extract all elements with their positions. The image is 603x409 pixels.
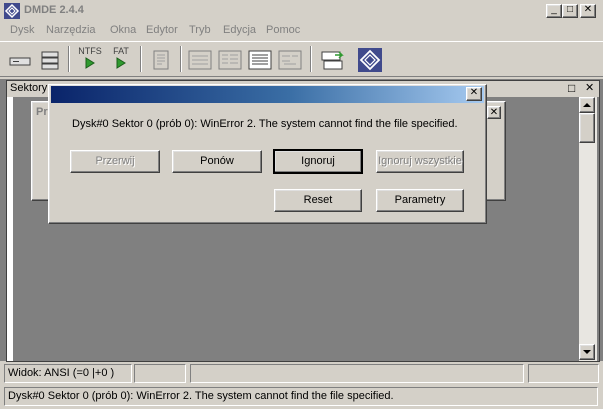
scroll-thumb[interactable] <box>579 113 595 143</box>
toolbar-separator <box>140 46 142 72</box>
app-logo-icon <box>4 3 20 19</box>
window-title: DMDE 2.4.4 <box>24 4 84 16</box>
sektory-content <box>7 97 13 361</box>
view-text-icon <box>188 50 212 70</box>
menu-tryb[interactable]: Tryb <box>189 24 211 36</box>
ignore-button-label: Ignoruj <box>301 155 335 167</box>
arrow-down-icon <box>583 350 591 354</box>
view-hex-button[interactable] <box>216 46 244 74</box>
menu-okna[interactable]: Okna <box>110 24 136 36</box>
dialog-close-button[interactable]: ✕ <box>466 87 482 101</box>
title-bar: DMDE 2.4.4 _ □ ✕ <box>0 0 603 22</box>
dmde-logo-icon <box>358 48 382 72</box>
close-button[interactable]: ✕ <box>580 4 596 18</box>
toolbar: NTFS FAT <box>0 41 603 77</box>
ntfs-label: NTFS <box>78 46 102 56</box>
child-title: Pr <box>36 106 48 118</box>
ignore-button[interactable]: Ignoruj <box>273 149 363 174</box>
abort-button[interactable]: Przerwij <box>70 150 160 173</box>
dialog-title-bar <box>51 86 484 103</box>
fat-play-icon <box>116 57 126 69</box>
vertical-scrollbar[interactable] <box>579 97 597 361</box>
view-mode-status: Widok: ANSI (=0 |+0 ) <box>4 364 132 383</box>
status-pane-4 <box>528 364 599 383</box>
reset-button[interactable]: Reset <box>274 189 362 212</box>
view-hex-icon <box>218 50 242 70</box>
partitions-button[interactable] <box>36 46 64 74</box>
arrow-up-icon <box>583 103 591 107</box>
editor-button[interactable] <box>148 46 176 74</box>
copy-sectors-icon <box>321 51 344 70</box>
ignore-all-button[interactable]: Ignoruj wszystkie <box>376 150 464 173</box>
view-dir-icon <box>278 50 302 70</box>
child-close-button[interactable]: ✕ <box>487 106 501 119</box>
sektory-title: Sektory <box>10 82 48 94</box>
dialog-message: Dysk#0 Sektor 0 (prób 0): WinError 2. Th… <box>72 118 458 130</box>
view-table-button[interactable] <box>246 46 274 74</box>
params-button[interactable]: Parametry <box>376 189 464 212</box>
status-bar-bottom: Dysk#0 Sektor 0 (prób 0): WinError 2. Th… <box>0 385 603 409</box>
status-pane-3 <box>190 364 524 383</box>
maximize-button[interactable]: □ <box>562 4 578 18</box>
ntfs-button[interactable]: NTFS <box>76 46 104 74</box>
fat-button[interactable]: FAT <box>107 46 135 74</box>
status-bar-top: Widok: ANSI (=0 |+0 ) <box>0 362 603 385</box>
fat-label: FAT <box>113 46 129 56</box>
status-message: Dysk#0 Sektor 0 (prób 0): WinError 2. Th… <box>4 387 598 406</box>
sektory-restore-button[interactable]: □ <box>568 81 575 95</box>
sektory-close-button[interactable]: ✕ <box>585 81 594 94</box>
minimize-button[interactable]: _ <box>546 4 562 18</box>
copy-sectors-button[interactable] <box>318 46 346 74</box>
toolbar-separator <box>68 46 70 72</box>
menu-edycja[interactable]: Edycja <box>223 24 256 36</box>
menu-edytor[interactable]: Edytor <box>146 24 178 36</box>
scroll-up-button[interactable] <box>579 97 595 113</box>
menu-dysk[interactable]: Dysk <box>10 24 34 36</box>
ntfs-play-icon <box>85 57 95 69</box>
menu-pomoc[interactable]: Pomoc <box>266 24 300 36</box>
dmde-logo-button[interactable] <box>356 46 384 74</box>
disk-button[interactable] <box>6 46 34 74</box>
view-table-icon <box>248 50 272 70</box>
toolbar-separator <box>310 46 312 72</box>
status-pane-2 <box>134 364 186 383</box>
view-dir-button[interactable] <box>276 46 304 74</box>
scroll-down-button[interactable] <box>579 344 595 360</box>
editor-icon <box>153 50 169 70</box>
partitions-icon <box>41 51 59 70</box>
menu-narzedzia[interactable]: Narzędzia <box>46 24 96 36</box>
view-text-button[interactable] <box>186 46 214 74</box>
menu-bar: Dysk Narzędzia Okna Edytor Tryb Edycja P… <box>0 22 603 40</box>
toolbar-separator <box>180 46 182 72</box>
retry-button[interactable]: Ponów <box>172 150 262 173</box>
drive-icon <box>9 57 31 66</box>
